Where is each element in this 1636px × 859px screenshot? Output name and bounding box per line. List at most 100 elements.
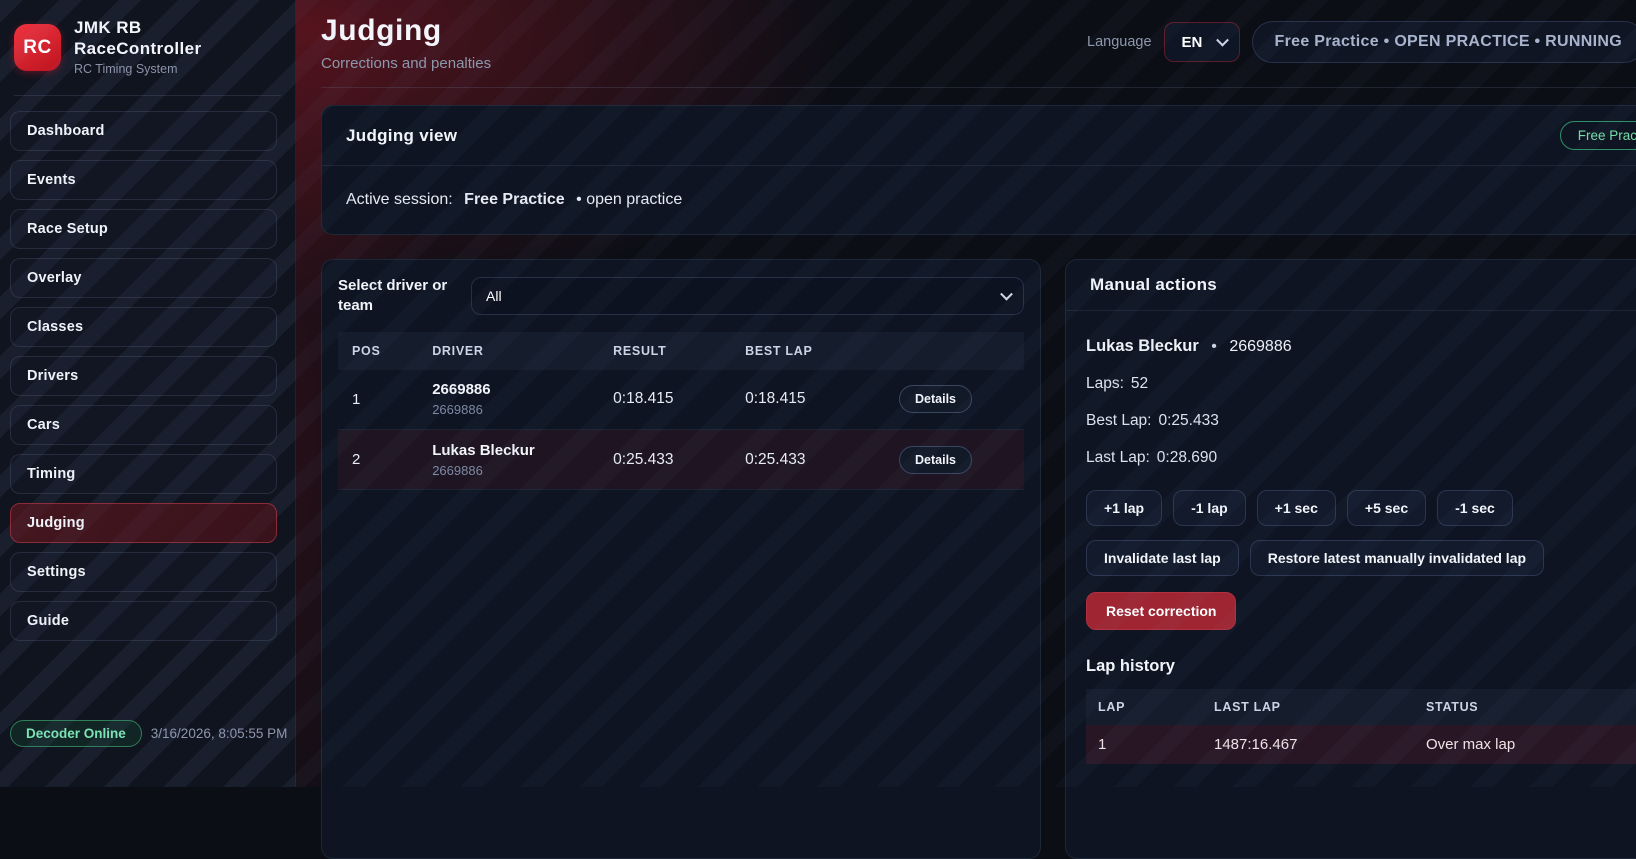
sidebar-item-cars[interactable]: Cars — [10, 405, 277, 445]
sidebar-item-overlay[interactable]: Overlay — [10, 258, 277, 298]
plus-one-sec-button[interactable]: +1 sec — [1257, 490, 1336, 526]
selected-driver-line: Lukas Bleckur • 2669886 — [1086, 337, 1636, 356]
row-result: 0:18.415 — [599, 370, 731, 430]
judging-view-panel: Judging view Free Practice Active sessio… — [321, 105, 1636, 235]
driver-filter-wrap: All — [471, 277, 1024, 315]
driver-filter-row: Select driver or team All — [338, 276, 1024, 317]
manual-actions-header: Manual actions — [1066, 260, 1636, 311]
language-select[interactable]: EN — [1164, 22, 1240, 62]
sidebar-footer: Decoder Online 3/16/2026, 8:05:55 PM — [10, 720, 287, 747]
sidebar-item-events[interactable]: Events — [10, 160, 277, 200]
plus-five-sec-button[interactable]: +5 sec — [1347, 490, 1426, 526]
lap-number: 1 — [1086, 725, 1202, 764]
bullet-separator: • — [1211, 338, 1217, 355]
driver-filter-select[interactable]: All — [471, 277, 1024, 315]
lap-history-row: 1 1487:16.467 Over max lap — [1086, 725, 1636, 764]
sidebar-item-race-setup[interactable]: Race Setup — [10, 209, 277, 249]
results-table-body: 1 2669886 2669886 0:18.415 0:18.415 Deta… — [338, 370, 1024, 490]
correction-buttons-row: +1 lap -1 lap +1 sec +5 sec -1 sec — [1086, 490, 1636, 526]
stat-last-lap: Last Lap: 0:28.690 — [1086, 449, 1636, 467]
stat-laps-value: 52 — [1131, 375, 1148, 392]
active-session-label: Active session: — [346, 191, 453, 208]
row-driver-cell: 2669886 2669886 — [418, 370, 599, 430]
app-logo: RC — [14, 24, 61, 71]
stat-last-lap-value: 0:28.690 — [1157, 449, 1217, 466]
stat-last-lap-label: Last Lap: — [1086, 449, 1150, 466]
sidebar-nav: Dashboard Events Race Setup Overlay Clas… — [10, 111, 285, 641]
invalidate-last-lap-button[interactable]: Invalidate last lap — [1086, 540, 1239, 576]
brand-title-line1: JMK RB — [74, 18, 201, 39]
language-label: Language — [1087, 34, 1152, 50]
details-button[interactable]: Details — [899, 446, 972, 474]
results-table: POS DRIVER RESULT BEST LAP 1 2669886 266… — [338, 332, 1024, 491]
col-header-actions — [885, 332, 1024, 370]
results-table-head: POS DRIVER RESULT BEST LAP — [338, 332, 1024, 370]
stat-best-lap-label: Best Lap: — [1086, 412, 1152, 429]
manual-actions-body: Lukas Bleckur • 2669886 Laps: 52 Best Lap… — [1066, 311, 1636, 782]
language-select-wrap: EN — [1164, 22, 1240, 62]
lap-col-header-last-lap: LAST LAP — [1202, 689, 1414, 725]
lap-status: Over max lap — [1414, 725, 1636, 764]
row-actions-cell: Details — [885, 430, 1024, 490]
col-header-best-lap: BEST LAP — [731, 332, 885, 370]
minus-one-sec-button[interactable]: -1 sec — [1437, 490, 1513, 526]
active-session-suffix: • open practice — [576, 191, 682, 208]
lap-history-body: 1 1487:16.467 Over max lap — [1086, 725, 1636, 764]
plus-one-lap-button[interactable]: +1 lap — [1086, 490, 1162, 526]
restore-invalidated-lap-button[interactable]: Restore latest manually invalidated lap — [1250, 540, 1544, 576]
session-status-pill: Free Practice • OPEN PRACTICE • RUNNING — [1252, 21, 1636, 63]
row-driver-name: Lukas Bleckur — [432, 442, 585, 459]
brand-title-line2: RaceController — [74, 39, 201, 60]
sidebar-item-drivers[interactable]: Drivers — [10, 356, 277, 396]
lap-history-table: LAP LAST LAP STATUS 1 1487:16.467 Over m… — [1086, 689, 1636, 764]
selected-driver-name: Lukas Bleckur — [1086, 337, 1199, 355]
col-header-pos: POS — [338, 332, 418, 370]
active-session-line: Active session: Free Practice • open pra… — [322, 166, 1636, 234]
table-row-selected[interactable]: 2 Lukas Bleckur 2669886 0:25.433 0:25.43… — [338, 430, 1024, 490]
sidebar-item-timing[interactable]: Timing — [10, 454, 277, 494]
lap-history-title: Lap history — [1086, 657, 1636, 676]
row-driver-name: 2669886 — [432, 381, 585, 398]
main-content: Judging Corrections and penalties Langua… — [296, 0, 1636, 787]
lap-history-head: LAP LAST LAP STATUS — [1086, 689, 1636, 725]
row-actions-cell: Details — [885, 370, 1024, 430]
judging-view-header: Judging view Free Practice — [322, 106, 1636, 166]
details-button[interactable]: Details — [899, 385, 972, 413]
free-practice-badge: Free Practice — [1560, 121, 1636, 150]
stat-best-lap-value: 0:25.433 — [1159, 412, 1219, 429]
col-header-result: RESULT — [599, 332, 731, 370]
stat-laps-label: Laps: — [1086, 375, 1124, 392]
page-header: Judging Corrections and penalties Langua… — [321, 0, 1636, 88]
col-header-driver: DRIVER — [418, 332, 599, 370]
row-driver-id: 2669886 — [432, 463, 585, 478]
driver-results-panel: Select driver or team All POS DRIVER RES… — [321, 259, 1041, 859]
judging-view-title: Judging view — [346, 126, 457, 146]
row-driver-id: 2669886 — [432, 402, 585, 417]
minus-one-lap-button[interactable]: -1 lap — [1173, 490, 1246, 526]
brand-text: JMK RB RaceController RC Timing System — [74, 18, 201, 78]
topbar-right: Language EN Free Practice • OPEN PRACTIC… — [1087, 21, 1636, 63]
sidebar-item-dashboard[interactable]: Dashboard — [10, 111, 277, 151]
row-best-lap: 0:18.415 — [731, 370, 885, 430]
content-columns: Select driver or team All POS DRIVER RES… — [321, 259, 1636, 859]
lap-buttons-row: Invalidate last lap Restore latest manua… — [1086, 540, 1636, 576]
lap-last-lap-time: 1487:16.467 — [1202, 725, 1414, 764]
decoder-status-badge: Decoder Online — [10, 720, 142, 747]
stat-best-lap: Best Lap: 0:25.433 — [1086, 412, 1636, 430]
active-session-name: Free Practice — [464, 191, 565, 208]
selected-driver-id: 2669886 — [1229, 338, 1291, 355]
table-row[interactable]: 1 2669886 2669886 0:18.415 0:18.415 Deta… — [338, 370, 1024, 430]
row-position: 2 — [338, 430, 418, 490]
manual-actions-title: Manual actions — [1090, 275, 1217, 295]
sidebar-item-settings[interactable]: Settings — [10, 552, 277, 592]
sidebar-item-judging[interactable]: Judging — [10, 503, 277, 543]
sidebar-item-classes[interactable]: Classes — [10, 307, 277, 347]
sidebar-item-guide[interactable]: Guide — [10, 601, 277, 641]
stat-laps: Laps: 52 — [1086, 375, 1636, 393]
brand-subtitle: RC Timing System — [74, 62, 201, 77]
reset-correction-button[interactable]: Reset correction — [1086, 592, 1236, 630]
brand: RC JMK RB RaceController RC Timing Syste… — [14, 18, 281, 96]
driver-filter-label: Select driver or team — [338, 276, 456, 317]
row-driver-cell: Lukas Bleckur 2669886 — [418, 430, 599, 490]
row-position: 1 — [338, 370, 418, 430]
